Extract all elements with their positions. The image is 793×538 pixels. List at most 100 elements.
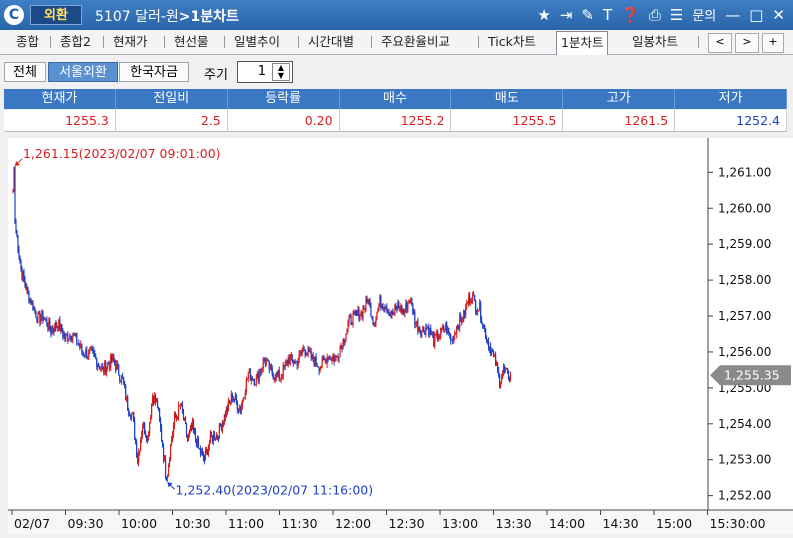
- candle-body: [108, 363, 110, 365]
- y-tick-label: 1,258.00: [718, 273, 771, 287]
- candle-body: [496, 362, 499, 370]
- candle-body: [376, 312, 378, 320]
- candle-body: [37, 314, 39, 323]
- tab-summary2[interactable]: 종합2: [56, 33, 95, 53]
- candle-body: [377, 308, 379, 313]
- tab-by-time[interactable]: 시간대별: [304, 33, 358, 53]
- value-current-price: 1255.3: [4, 110, 116, 131]
- candle-body: [255, 377, 257, 385]
- header-bid: 매수: [340, 89, 452, 109]
- y-tick-label: 1,252.00: [718, 489, 771, 503]
- tab-next-button[interactable]: >: [735, 33, 759, 53]
- candle-body: [409, 301, 411, 303]
- tab-rate-compare[interactable]: 주요환율비교: [377, 33, 454, 53]
- candle-body: [465, 306, 467, 316]
- tab-tick-chart[interactable]: Tick차트: [484, 33, 540, 53]
- candle-body: [204, 451, 207, 461]
- korea-money-button[interactable]: 한국자금: [119, 62, 189, 82]
- candle-body: [35, 311, 37, 318]
- x-tick-label: 13:00: [442, 516, 478, 531]
- candle-body: [499, 382, 502, 387]
- y-tick-label: 1,260.00: [718, 201, 771, 215]
- x-tick-label: 15:00: [656, 516, 692, 531]
- candle-body: [114, 360, 116, 364]
- candle-body: [139, 450, 141, 453]
- tab-summary[interactable]: 종합: [12, 33, 43, 53]
- x-tick-label: 14:30: [603, 516, 639, 531]
- tab-daily-trend[interactable]: 일별추이: [230, 33, 284, 53]
- candle-body: [144, 423, 146, 435]
- candle-body: [236, 401, 238, 410]
- period-value[interactable]: 1: [238, 62, 270, 82]
- help-icon[interactable]: ❓: [621, 6, 640, 24]
- candle-body: [136, 442, 138, 457]
- period-stepper[interactable]: 1 ▲ ▼: [237, 61, 293, 83]
- all-market-button[interactable]: 전체: [4, 62, 46, 82]
- text-icon[interactable]: T: [603, 6, 612, 24]
- tab-spot-futures[interactable]: 현선물: [170, 33, 213, 53]
- close-button[interactable]: ✕: [772, 6, 785, 24]
- candle-body: [430, 327, 432, 335]
- candle-body: [219, 423, 221, 427]
- seoul-fx-button[interactable]: 서울외환: [48, 62, 118, 82]
- tab-prev-button[interactable]: <: [708, 33, 732, 53]
- candle-body: [181, 405, 184, 413]
- candle-body: [320, 366, 322, 369]
- candle-body: [473, 294, 475, 296]
- candle-body: [149, 422, 151, 435]
- star-icon[interactable]: ★: [537, 6, 550, 24]
- candle-body: [185, 424, 188, 435]
- candle-body: [81, 344, 83, 351]
- market-badge[interactable]: 외환: [30, 5, 82, 25]
- period-label: 주기: [204, 68, 228, 83]
- value-high: 1261.5: [563, 110, 676, 131]
- candle-body: [478, 310, 480, 312]
- print-icon[interactable]: ⎙: [649, 6, 661, 24]
- candle-body: [244, 392, 246, 398]
- candle-body: [243, 397, 245, 399]
- candle-body: [138, 452, 140, 463]
- window-title: 5107 달러-원>1분차트: [95, 6, 239, 26]
- export-icon[interactable]: ⇥: [560, 6, 573, 24]
- menu-icon[interactable]: ☰: [670, 6, 683, 24]
- header-change-rate: 등락률: [228, 89, 340, 109]
- candle-body: [253, 379, 255, 385]
- inquiry-button[interactable]: 문의: [692, 5, 716, 24]
- tab-add-button[interactable]: +: [762, 33, 784, 53]
- candle-body: [315, 356, 317, 365]
- candle-body: [158, 408, 161, 419]
- candle-body: [15, 222, 17, 230]
- candlestick-chart[interactable]: 1,261.00 1,260.00 1,259.00 1,258.00 1,257.00…: [8, 138, 793, 535]
- candle-body: [261, 367, 263, 370]
- tab-1min-chart[interactable]: 1분차트: [556, 31, 609, 55]
- candle-body: [345, 334, 347, 340]
- candle-body: [267, 359, 269, 361]
- candle-body: [434, 334, 436, 347]
- link-icon[interactable]: ✎: [581, 6, 594, 24]
- tab-current-price[interactable]: 현재가: [109, 33, 152, 53]
- candle-body: [347, 323, 349, 330]
- candle-body: [164, 458, 167, 478]
- maximize-button[interactable]: □: [749, 6, 763, 24]
- minimize-button[interactable]: —: [725, 6, 740, 24]
- candle-body: [20, 261, 22, 270]
- spin-down-icon[interactable]: ▼: [273, 72, 289, 80]
- candle-body: [100, 368, 102, 370]
- candle-body: [482, 323, 484, 326]
- candle-body: [82, 350, 84, 353]
- candle-body: [487, 340, 489, 342]
- candle-body: [395, 305, 397, 307]
- y-tick-label: 1,257.00: [718, 309, 771, 323]
- candle-body: [303, 348, 305, 350]
- x-tick-label: 10:30: [175, 516, 211, 531]
- candle-body: [78, 343, 80, 345]
- chart-area[interactable]: 1,261.00 1,260.00 1,259.00 1,258.00 1,257.00…: [8, 138, 793, 535]
- header-change: 전일비: [116, 89, 228, 109]
- candle-body: [354, 310, 356, 313]
- period-spinner[interactable]: ▲ ▼: [272, 63, 290, 81]
- candle-body: [160, 427, 163, 441]
- candle-body: [374, 325, 376, 326]
- tab-daily-chart[interactable]: 일봉차트: [628, 33, 682, 53]
- candle-body: [228, 400, 230, 402]
- candle-body: [102, 366, 104, 367]
